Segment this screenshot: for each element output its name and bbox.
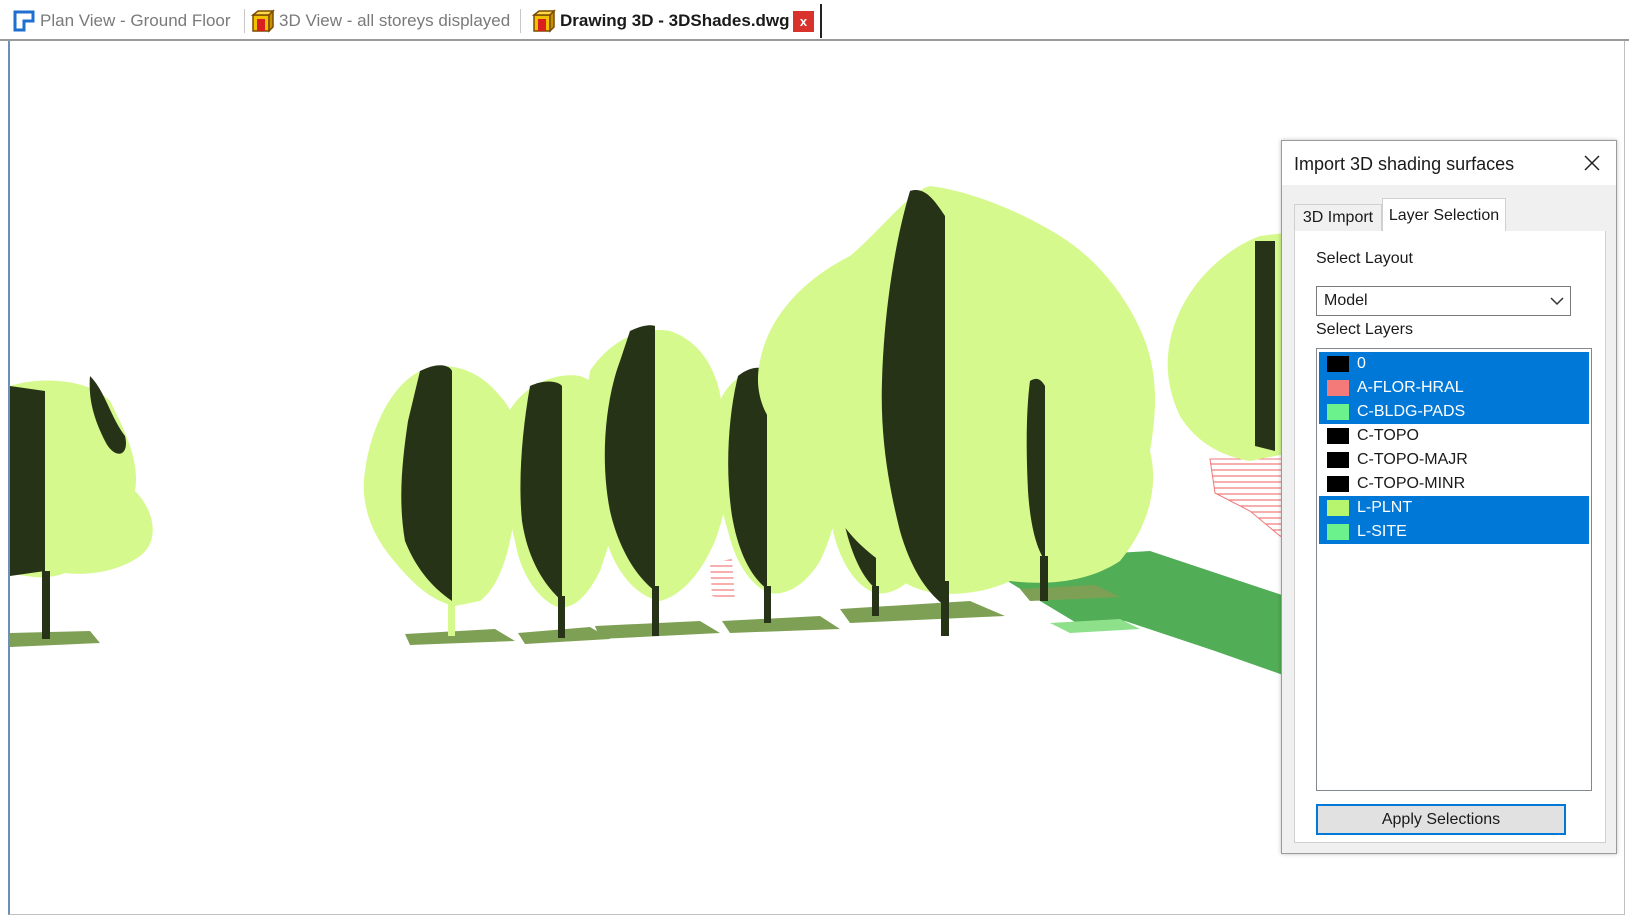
- layer-name: C-TOPO: [1357, 427, 1419, 444]
- layer-name: 0: [1357, 355, 1366, 372]
- close-icon[interactable]: [1582, 153, 1602, 173]
- list-item[interactable]: L-SITE: [1319, 520, 1589, 544]
- layers-listbox[interactable]: 0 A-FLOR-HRAL C-BLDG-PADS C-TOPO C-TOPO-…: [1316, 348, 1592, 791]
- tab-drawing-3d[interactable]: Drawing 3D - 3DShades.dwg: [532, 6, 790, 36]
- layout-dropdown[interactable]: Model: [1316, 286, 1571, 316]
- tab-plan-view[interactable]: Plan View - Ground Floor: [12, 6, 231, 36]
- tab-separator: [244, 9, 245, 33]
- apply-selections-button[interactable]: Apply Selections: [1316, 804, 1566, 835]
- layer-name: C-TOPO-MINR: [1357, 475, 1466, 492]
- layer-name: A-FLOR-HRAL: [1357, 379, 1464, 396]
- layer-color-swatch: [1327, 404, 1349, 420]
- layer-name: L-PLNT: [1357, 499, 1413, 516]
- chevron-down-icon: [1550, 297, 1564, 306]
- tab-label: Drawing 3D - 3DShades.dwg: [560, 11, 790, 30]
- layer-name: C-TOPO-MAJR: [1357, 451, 1468, 468]
- dialog-title: Import 3D shading surfaces: [1294, 154, 1515, 174]
- layer-name: C-BLDG-PADS: [1357, 403, 1466, 420]
- tree-left: [10, 376, 153, 639]
- layer-color-swatch: [1327, 476, 1349, 492]
- tab-bar-cursor: [820, 4, 822, 38]
- plan-view-icon: [13, 10, 35, 32]
- select-layers-label: Select Layers: [1316, 321, 1413, 338]
- list-item[interactable]: C-BLDG-PADS: [1319, 400, 1589, 424]
- document-tab-bar: Plan View - Ground Floor 3D View - all s…: [0, 0, 1629, 41]
- layer-name: L-SITE: [1357, 523, 1407, 540]
- layer-color-swatch: [1327, 500, 1349, 516]
- tree-1: [363, 365, 520, 636]
- tab-3d-import[interactable]: 3D Import: [1294, 204, 1382, 231]
- 3d-box-icon: [251, 9, 275, 33]
- list-item[interactable]: C-TOPO-MAJR: [1319, 448, 1589, 472]
- dialog-titlebar: Import 3D shading surfaces: [1282, 141, 1616, 185]
- list-item[interactable]: A-FLOR-HRAL: [1319, 376, 1589, 400]
- tab-layer-selection[interactable]: Layer Selection: [1382, 198, 1506, 232]
- layer-color-swatch: [1327, 452, 1349, 468]
- tab-label: Plan View - Ground Floor: [40, 11, 231, 30]
- tree-big: [757, 186, 1155, 636]
- import-shading-dialog: Import 3D shading surfaces 3D Import Lay…: [1281, 140, 1617, 854]
- layer-color-swatch: [1327, 380, 1349, 396]
- layer-color-swatch: [1327, 524, 1349, 540]
- layer-color-swatch: [1327, 428, 1349, 444]
- list-item[interactable]: L-PLNT: [1319, 496, 1589, 520]
- tab-separator: [520, 9, 521, 33]
- close-tab-button[interactable]: x: [793, 11, 814, 32]
- layer-selection-panel: Select Layout Model Select Layers 0 A-FL…: [1294, 231, 1606, 843]
- list-item[interactable]: C-TOPO: [1319, 424, 1589, 448]
- layer-color-swatch: [1327, 356, 1349, 372]
- select-layout-label: Select Layout: [1316, 250, 1413, 267]
- list-item[interactable]: C-TOPO-MINR: [1319, 472, 1589, 496]
- tree-3: [585, 325, 730, 636]
- layout-dropdown-value: Model: [1324, 292, 1368, 309]
- 3d-box-icon: [532, 9, 556, 33]
- dialog-tab-strip: 3D Import Layer Selection: [1294, 198, 1606, 232]
- tab-3d-view[interactable]: 3D View - all storeys displayed: [251, 6, 510, 36]
- tab-label: 3D View - all storeys displayed: [279, 11, 511, 30]
- list-item[interactable]: 0: [1319, 352, 1589, 376]
